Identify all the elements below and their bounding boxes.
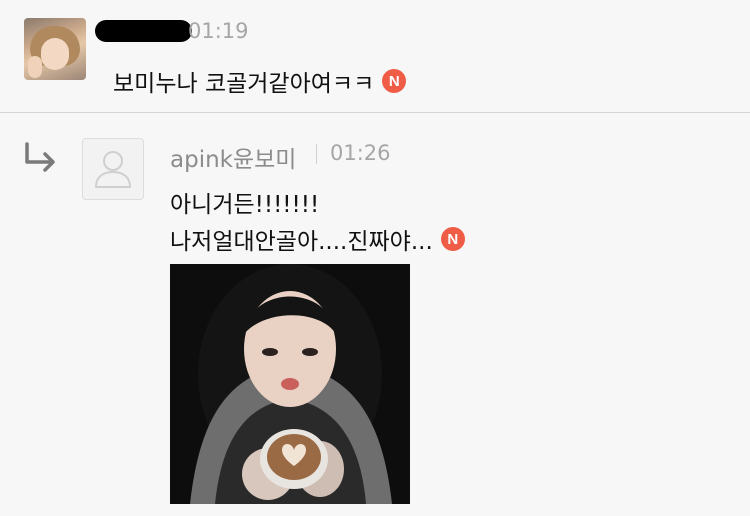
comment-divider [0, 112, 750, 113]
reply-text-line2-content: 나저얼대안골아....진짜야... [170, 229, 433, 255]
attached-photo[interactable] [170, 264, 410, 504]
reply-author[interactable]: apink윤보미 [170, 140, 296, 174]
comment-1: 01:19 보미누나 코골거같아여ㅋㅋ N [0, 0, 750, 112]
reply-time: 01:26 [330, 141, 391, 165]
reply-text-line1: 아니거든!!!!!!! [170, 192, 320, 218]
meta-separator [316, 144, 317, 164]
default-profile-icon[interactable] [82, 138, 144, 200]
redacted-username [95, 20, 192, 42]
reply-text-line2: 나저얼대안골아....진짜야... N [170, 222, 465, 256]
commenter-avatar[interactable] [24, 18, 86, 80]
reply-arrow-icon [25, 142, 55, 172]
comment-text: 보미누나 코골거같아여ㅋㅋ N [113, 64, 407, 98]
comment-text-content: 보미누나 코골거같아여ㅋㅋ [113, 71, 375, 97]
new-badge: N [440, 227, 465, 251]
comment-time: 01:19 [188, 19, 249, 43]
new-badge: N [382, 69, 407, 93]
